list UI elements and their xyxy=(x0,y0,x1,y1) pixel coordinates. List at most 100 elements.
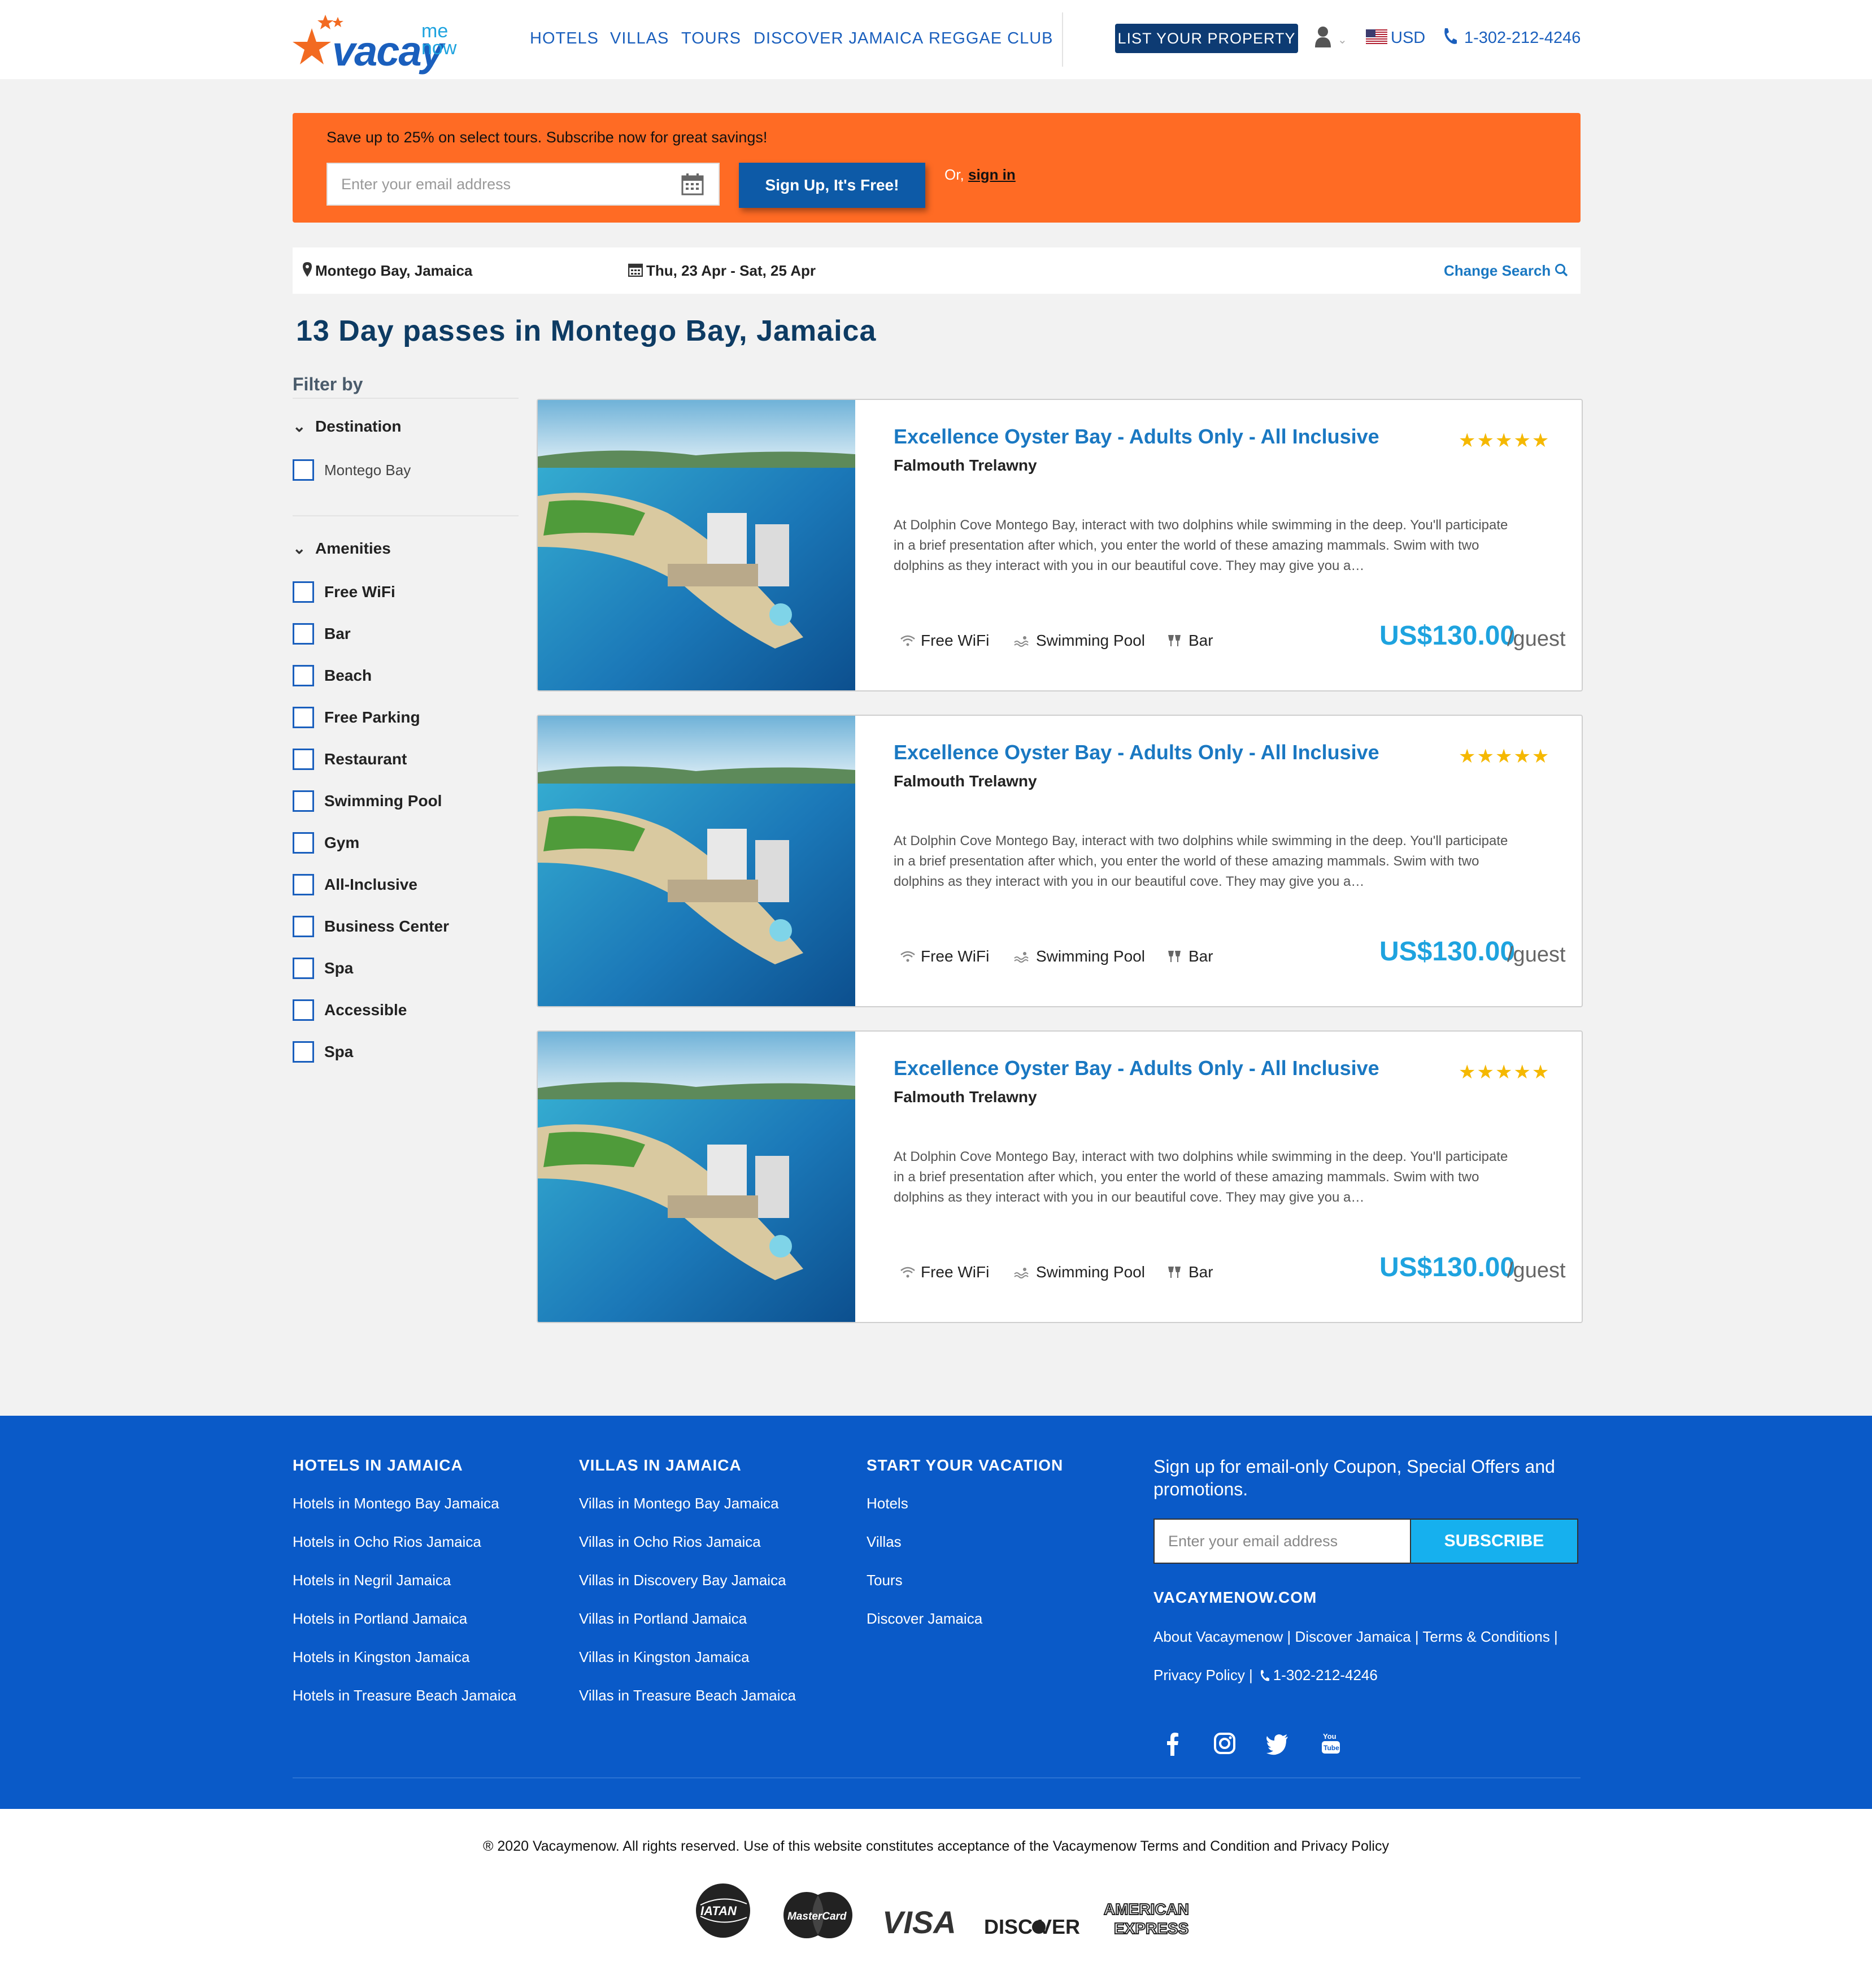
instagram-icon[interactable] xyxy=(1212,1731,1237,1756)
amenity-option[interactable]: Spa xyxy=(293,957,353,980)
amenity-label: Free Parking xyxy=(324,708,420,726)
change-search-link[interactable]: Change Search xyxy=(1444,262,1551,280)
footer-link[interactable]: Villas in Discovery Bay Jamaica xyxy=(579,1572,786,1589)
checkbox[interactable] xyxy=(293,874,314,895)
subscribe-button[interactable]: SUBSCRIBE xyxy=(1411,1519,1578,1564)
footer-email-input[interactable]: Enter your email address xyxy=(1153,1519,1411,1564)
checkbox[interactable] xyxy=(293,459,314,481)
amenity-label: Bar xyxy=(1188,632,1213,649)
privacy-policy-link[interactable]: Privacy Policy | xyxy=(1153,1667,1253,1684)
search-dates: Thu, 23 Apr - Sat, 25 Apr xyxy=(646,262,816,279)
svg-text:You: You xyxy=(1323,1732,1336,1741)
youtube-icon[interactable]: You Tube xyxy=(1318,1731,1343,1756)
amenity-option[interactable]: Beach xyxy=(293,664,372,687)
swimming-pool-icon xyxy=(1014,952,1029,963)
checkbox[interactable] xyxy=(293,832,314,854)
footer-link[interactable]: Hotels in Negril Jamaica xyxy=(293,1572,451,1589)
result-title[interactable]: Excellence Oyster Bay - Adults Only - Al… xyxy=(894,1056,1379,1080)
amenity-pool: Swimming Pool xyxy=(1013,1263,1145,1281)
footer-link[interactable]: Villas in Treasure Beach Jamaica xyxy=(579,1687,796,1704)
promo-email-input[interactable]: Enter your email address xyxy=(326,163,720,206)
bar-icon xyxy=(1168,635,1181,646)
footer-link[interactable]: Villas xyxy=(867,1533,902,1551)
footer-link[interactable]: Discover Jamaica xyxy=(867,1610,982,1628)
resort-photo[interactable] xyxy=(538,716,855,1007)
amenity-option[interactable]: Spa xyxy=(293,1041,353,1063)
amenity-pool: Swimming Pool xyxy=(1013,632,1145,650)
destination-option[interactable]: Montego Bay xyxy=(293,459,411,481)
list-property-button[interactable]: LIST YOUR PROPERTY xyxy=(1115,24,1298,53)
nav-tours[interactable]: TOURS xyxy=(681,29,741,48)
nav-reggae-club[interactable]: REGGAE CLUB xyxy=(929,29,1053,48)
destination-filter-toggle[interactable]: ⌄ Destination xyxy=(293,417,401,436)
amenity-option[interactable]: Bar xyxy=(293,623,351,645)
checkbox[interactable] xyxy=(293,749,314,770)
result-card[interactable]: Excellence Oyster Bay - Adults Only - Al… xyxy=(537,399,1583,691)
facebook-icon[interactable] xyxy=(1160,1731,1185,1756)
currency-selector[interactable]: USD xyxy=(1391,29,1425,47)
wifi-icon xyxy=(900,951,915,962)
footer-link[interactable]: Hotels in Portland Jamaica xyxy=(293,1610,467,1628)
amenity-label: Business Center xyxy=(324,917,449,935)
checkbox[interactable] xyxy=(293,916,314,937)
amenity-option[interactable]: All-Inclusive xyxy=(293,873,417,896)
footer-link[interactable]: Villas in Portland Jamaica xyxy=(579,1610,747,1628)
signin-link[interactable]: sign in xyxy=(968,166,1016,184)
checkbox[interactable] xyxy=(293,581,314,603)
amenity-option[interactable]: Restaurant xyxy=(293,748,407,771)
footer-link[interactable]: Hotels in Treasure Beach Jamaica xyxy=(293,1687,516,1704)
footer-link[interactable]: Hotels in Montego Bay Jamaica xyxy=(293,1495,499,1512)
or-text: Or, xyxy=(944,166,964,183)
us-flag-icon[interactable] xyxy=(1366,29,1387,44)
checkbox[interactable] xyxy=(293,999,314,1021)
header-phone-link[interactable]: 1-302-212-4246 xyxy=(1464,29,1581,47)
footer-links-line[interactable]: About Vacaymenow | Discover Jamaica | Te… xyxy=(1153,1628,1558,1646)
amenity-option[interactable]: Gym xyxy=(293,832,359,854)
calendar-icon xyxy=(681,173,704,195)
nav-villas[interactable]: VILLAS xyxy=(610,29,669,48)
result-card[interactable]: Excellence Oyster Bay - Adults Only - Al… xyxy=(537,1030,1583,1323)
nav-discover-jamaica[interactable]: DISCOVER JAMAICA xyxy=(754,29,924,48)
amenity-option[interactable]: Free Parking xyxy=(293,706,420,729)
footer-link[interactable]: Villas in Ocho Rios Jamaica xyxy=(579,1533,761,1551)
amex-logo-text-top: AMERICAN xyxy=(1104,1900,1189,1918)
footer-link[interactable]: Villas in Kingston Jamaica xyxy=(579,1648,750,1666)
american-express-logo-icon: AMERICAN EXPRESS xyxy=(1103,1900,1190,1938)
checkbox[interactable] xyxy=(293,958,314,979)
footer-link[interactable]: Hotels xyxy=(867,1495,908,1512)
amenity-label: Free WiFi xyxy=(921,632,990,649)
visa-logo-icon: VISA xyxy=(882,1904,955,1940)
resort-photo[interactable] xyxy=(538,1032,855,1323)
checkbox[interactable] xyxy=(293,1041,314,1063)
amenity-option[interactable]: Swimming Pool xyxy=(293,790,442,812)
vacaymenow-logo[interactable]: vacay me now xyxy=(293,10,468,75)
footer-link[interactable]: Tours xyxy=(867,1572,903,1589)
checkbox[interactable] xyxy=(293,707,314,728)
search-icon[interactable] xyxy=(1555,263,1568,277)
footer-link[interactable]: Villas in Montego Bay Jamaica xyxy=(579,1495,779,1512)
result-title[interactable]: Excellence Oyster Bay - Adults Only - Al… xyxy=(894,425,1379,449)
twitter-icon[interactable] xyxy=(1265,1731,1290,1756)
amenity-option[interactable]: Accessible xyxy=(293,999,407,1021)
amenity-label: Bar xyxy=(324,625,351,642)
chevron-down-icon[interactable]: ⌄ xyxy=(1338,33,1347,47)
amenity-wifi: Free WiFi xyxy=(900,1263,989,1281)
footer-link[interactable]: Hotels in Ocho Rios Jamaica xyxy=(293,1533,481,1551)
nav-hotels[interactable]: HOTELS xyxy=(530,29,599,48)
logo-now: now xyxy=(421,37,457,59)
footer-link[interactable]: Hotels in Kingston Jamaica xyxy=(293,1648,470,1666)
wifi-icon xyxy=(900,635,915,646)
checkbox[interactable] xyxy=(293,623,314,645)
amenities-filter-toggle[interactable]: ⌄ Amenities xyxy=(293,539,391,558)
checkbox[interactable] xyxy=(293,665,314,686)
signup-button[interactable]: Sign Up, It's Free! xyxy=(739,163,925,208)
checkbox[interactable] xyxy=(293,790,314,812)
resort-photo[interactable] xyxy=(538,400,855,691)
result-title[interactable]: Excellence Oyster Bay - Adults Only - Al… xyxy=(894,741,1379,764)
amenity-label: Restaurant xyxy=(324,750,407,768)
user-icon[interactable] xyxy=(1315,26,1331,49)
result-card[interactable]: Excellence Oyster Bay - Adults Only - Al… xyxy=(537,715,1583,1007)
footer-phone-link[interactable]: 1-302-212-4246 xyxy=(1273,1667,1378,1684)
amenity-option[interactable]: Free WiFi xyxy=(293,581,395,603)
amenity-option[interactable]: Business Center xyxy=(293,915,449,938)
